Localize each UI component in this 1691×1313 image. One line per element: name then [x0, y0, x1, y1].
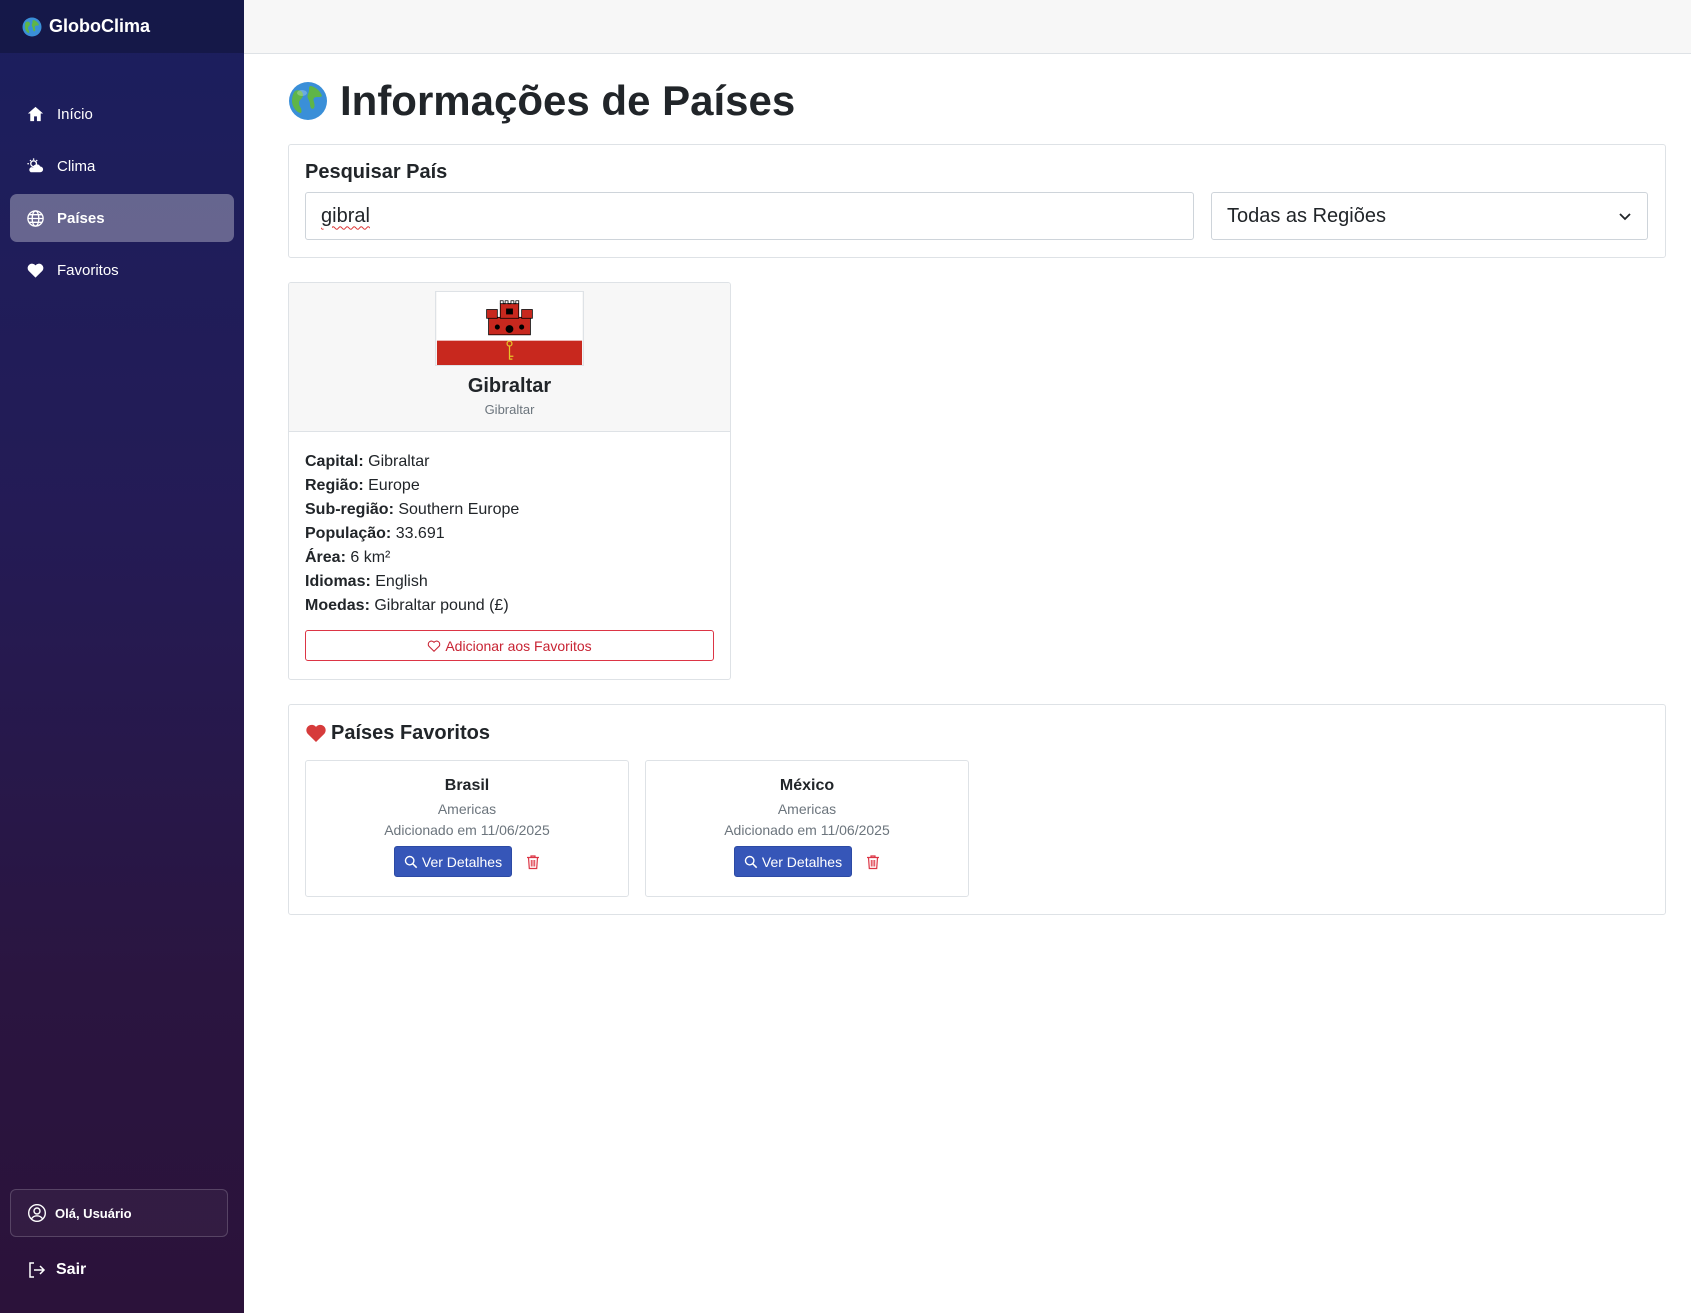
brand[interactable]: GloboClima [0, 0, 244, 53]
country-card-body: Capital: Gibraltar Região: Europe Sub-re… [289, 432, 730, 661]
info-value: English [375, 573, 428, 590]
favorite-name: México [779, 777, 835, 794]
info-label: População: [305, 525, 392, 542]
region-select[interactable]: Todas as Regiões [1211, 192, 1648, 240]
sidebar-item-label: Países [57, 209, 105, 227]
trash-icon[interactable] [866, 854, 880, 870]
favorite-region: Americas [777, 801, 837, 817]
user-circle-icon [27, 1203, 47, 1223]
heart-icon [306, 724, 326, 742]
search-row: gibral Todas as Regiões [305, 192, 1649, 240]
sidebar-item-label: Início [57, 105, 93, 123]
sidebar-item-inicio[interactable]: Início [10, 90, 234, 138]
favorite-item: México Americas Adicionado em 11/06/2025… [645, 760, 969, 897]
globe-emoji-icon [22, 17, 42, 36]
country-native-name: Gibraltar [484, 402, 535, 417]
country-card: Gibraltar Gibraltar Capital: Gibraltar R… [288, 282, 731, 680]
sidebar-nav: Início Clima Países Favoritos [0, 90, 244, 294]
info-label: Área: [305, 549, 346, 566]
favorite-actions: Ver Detalhes [393, 846, 540, 877]
favorites-title-text: Países Favoritos [331, 721, 490, 744]
info-label: Capital: [305, 453, 364, 470]
sidebar-item-paises[interactable]: Países [10, 194, 234, 242]
sidebar: GloboClima Início Clima Países Favoritos… [0, 0, 244, 1313]
logout-button[interactable]: Sair [26, 1260, 86, 1280]
info-area: Área: 6 km² [305, 546, 714, 570]
info-value: Southern Europe [398, 501, 520, 518]
search-card: Pesquisar País gibral Todas as Regiões [288, 144, 1666, 258]
info-subregion: Sub-região: Southern Europe [305, 498, 714, 522]
main-content: Informações de Países Pesquisar País gib… [288, 54, 1666, 915]
view-details-button[interactable]: Ver Detalhes [733, 846, 853, 877]
app-name: GloboClima [49, 16, 151, 36]
info-region: Região: Europe [305, 474, 714, 498]
page-title-text: Informações de Países [340, 77, 796, 124]
search-input-value: gibral [321, 204, 370, 227]
add-favorite-label: Adicionar aos Favoritos [445, 637, 592, 654]
favorites-title: Países Favoritos [305, 719, 1649, 747]
view-details-label: Ver Detalhes [761, 853, 843, 870]
info-label: Moedas: [305, 597, 370, 614]
sidebar-item-favoritos[interactable]: Favoritos [10, 246, 234, 294]
chevron-down-icon [1619, 213, 1631, 221]
globe-emoji-icon [289, 82, 327, 120]
favorites-card: Países Favoritos Brasil Americas Adicion… [288, 704, 1666, 915]
favorite-actions: Ver Detalhes [733, 846, 880, 877]
search-icon [404, 855, 418, 868]
logout-icon [29, 1262, 46, 1278]
info-capital: Capital: Gibraltar [305, 450, 714, 474]
gibraltar-flag-icon [435, 291, 584, 366]
sidebar-item-label: Favoritos [57, 261, 119, 279]
heart-outline-icon [428, 640, 441, 652]
user-greeting: Olá, Usuário [55, 1205, 132, 1221]
home-icon [27, 106, 44, 121]
favorite-added-date: Adicionado em 11/06/2025 [384, 822, 550, 838]
favorite-region: Americas [437, 801, 497, 817]
view-details-button[interactable]: Ver Detalhes [393, 846, 513, 877]
view-details-label: Ver Detalhes [421, 853, 503, 870]
cloud-sun-icon [27, 157, 44, 172]
search-icon [744, 855, 758, 868]
info-value: Gibraltar pound (£) [374, 597, 509, 614]
favorite-added-date: Adicionado em 11/06/2025 [724, 822, 890, 838]
user-menu[interactable]: Olá, Usuário [10, 1189, 228, 1237]
heart-icon [27, 263, 44, 278]
info-currencies: Moedas: Gibraltar pound (£) [305, 594, 714, 618]
favorite-name: Brasil [444, 777, 490, 794]
info-label: Região: [305, 477, 364, 494]
country-card-header: Gibraltar Gibraltar [289, 283, 730, 432]
info-value: Europe [368, 477, 420, 494]
info-value: 33.691 [395, 525, 445, 542]
trash-icon[interactable] [526, 854, 540, 870]
info-value: 6 km² [350, 549, 391, 566]
info-languages: Idiomas: English [305, 570, 714, 594]
favorites-list: Brasil Americas Adicionado em 11/06/2025… [305, 760, 1649, 897]
globe-icon [27, 209, 44, 227]
page-title: Informações de Países [288, 74, 1666, 128]
top-bar [244, 0, 1691, 54]
logout-label: Sair [56, 1261, 87, 1278]
sidebar-item-clima[interactable]: Clima [10, 142, 234, 190]
info-label: Idiomas: [305, 573, 371, 590]
add-favorite-button[interactable]: Adicionar aos Favoritos [305, 630, 714, 661]
region-select-value: Todas as Regiões [1227, 204, 1386, 227]
sidebar-item-label: Clima [57, 157, 96, 175]
search-input[interactable]: gibral [305, 192, 1194, 240]
favorite-item: Brasil Americas Adicionado em 11/06/2025… [305, 760, 629, 897]
info-population: População: 33.691 [305, 522, 714, 546]
country-name: Gibraltar [467, 375, 552, 397]
search-label: Pesquisar País [305, 161, 448, 183]
info-label: Sub-região: [305, 501, 394, 518]
info-value: Gibraltar [368, 453, 430, 470]
